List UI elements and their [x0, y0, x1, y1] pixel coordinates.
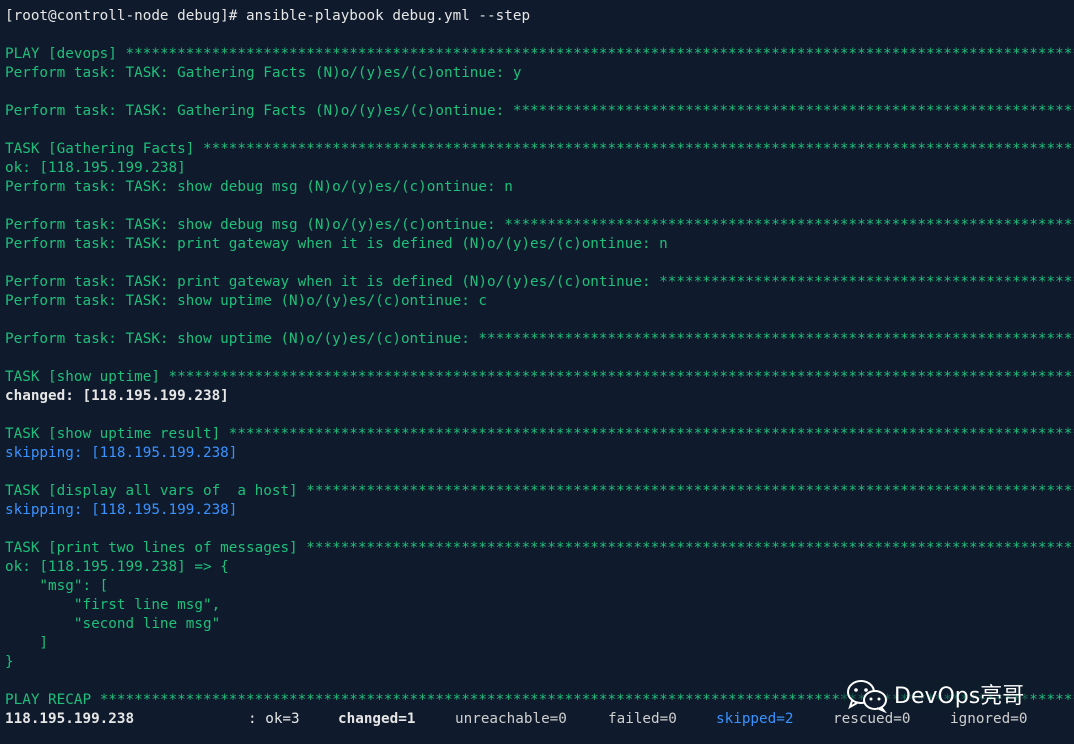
terminal-line: [root@controll-node debug]# ansible-play… [5, 7, 530, 26]
play-recap-row: 118.195.199.238 : ok=3 changed=1 unreach… [0, 710, 1074, 729]
recap-failed: failed=0 [608, 711, 677, 727]
terminal-line: } [5, 653, 14, 672]
terminal-line: Perform task: TASK: Gathering Facts (N)o… [5, 102, 1074, 121]
watermark: DevOps亮哥 [842, 679, 1029, 713]
terminal-line: "first line msg", [5, 596, 220, 615]
recap-changed: changed=1 [338, 711, 416, 727]
line-text: [root@controll-node debug]# ansible-play… [5, 8, 531, 24]
terminal-line: TASK [show uptime result] **************… [5, 425, 1074, 444]
line-text: Perform task: TASK: show uptime (N)o/(y)… [5, 293, 488, 309]
line-text: TASK [show uptime result] [5, 426, 229, 442]
line-text: "msg": [ [5, 578, 109, 594]
recap-skipped: skipped=2 [716, 711, 794, 727]
terminal-line: ] [5, 634, 48, 653]
terminal-line: Perform task: TASK: Gathering Facts (N)o… [5, 64, 521, 83]
terminal-line: Perform task: TASK: show uptime (N)o/(y)… [5, 292, 487, 311]
line-text: Perform task: TASK: Gathering Facts (N)o… [5, 103, 513, 119]
line-text: PLAY [devops] [5, 46, 126, 62]
separator-stars: ****************************************… [202, 141, 1074, 157]
separator-stars: ****************************************… [504, 217, 1074, 233]
separator-stars: ****************************************… [306, 483, 1074, 499]
line-text: skipping: [118.195.199.238] [5, 502, 238, 518]
terminal-line: Perform task: TASK: print gateway when i… [5, 235, 668, 254]
line-text: ] [5, 635, 49, 651]
separator-stars: ****************************************… [659, 274, 1074, 290]
line-text: PLAY RECAP [5, 692, 100, 708]
terminal-line: TASK [show uptime] *********************… [5, 368, 1074, 387]
terminal-line: Perform task: TASK: show debug msg (N)o/… [5, 178, 513, 197]
recap-unreachable: unreachable=0 [455, 711, 567, 727]
terminal-line: PLAY [devops] **************************… [5, 45, 1074, 64]
terminal-line: Perform task: TASK: show uptime (N)o/(y)… [5, 330, 1074, 349]
line-text: changed: [118.195.199.238] [5, 388, 229, 404]
separator-stars: ****************************************… [228, 426, 1074, 442]
recap-ok: : ok=3 [248, 711, 300, 727]
terminal-line: "msg": [ [5, 577, 108, 596]
terminal-line: Perform task: TASK: show debug msg (N)o/… [5, 216, 1074, 235]
terminal-line: Perform task: TASK: print gateway when i… [5, 273, 1074, 292]
line-text: Perform task: TASK: show uptime (N)o/(y)… [5, 331, 479, 347]
terminal-line: TASK [Gathering Facts] *****************… [5, 140, 1074, 159]
line-text: TASK [show uptime] [5, 369, 169, 385]
line-text: Perform task: TASK: Gathering Facts (N)o… [5, 65, 522, 81]
terminal-line: skipping: [118.195.199.238] [5, 501, 237, 520]
line-text: TASK [print two lines of messages] [5, 540, 307, 556]
line-text: ok: [118.195.199.238] => { [5, 559, 229, 575]
line-text: } [5, 654, 14, 670]
separator-stars: ****************************************… [512, 103, 1074, 119]
line-text: skipping: [118.195.199.238] [5, 445, 238, 461]
line-text: Perform task: TASK: print gateway when i… [5, 236, 668, 252]
terminal-line: "second line msg" [5, 615, 220, 634]
terminal-window[interactable]: [root@controll-node debug]# ansible-play… [0, 0, 1074, 744]
terminal-line: TASK [print two lines of messages] *****… [5, 539, 1074, 558]
separator-stars: ****************************************… [478, 331, 1074, 347]
line-text: ok: [118.195.199.238] [5, 160, 186, 176]
separator-stars: ****************************************… [125, 46, 1074, 62]
terminal-line: ok: [118.195.199.238] [5, 159, 186, 178]
line-text: "first line msg", [5, 597, 221, 613]
line-text: TASK [Gathering Facts] [5, 141, 203, 157]
line-text: Perform task: TASK: show debug msg (N)o/… [5, 217, 505, 233]
line-text: "second line msg" [5, 616, 221, 632]
wechat-icon [846, 679, 888, 713]
separator-stars: ****************************************… [168, 369, 1074, 385]
watermark-text: DevOps亮哥 [894, 683, 1025, 709]
recap-host: 118.195.199.238 [5, 711, 135, 727]
line-text: Perform task: TASK: print gateway when i… [5, 274, 660, 290]
line-text: Perform task: TASK: show debug msg (N)o/… [5, 179, 513, 195]
recap-ignored: ignored=0 [950, 711, 1028, 727]
line-text: TASK [display all vars of a host] [5, 483, 307, 499]
terminal-line: ok: [118.195.199.238] => { [5, 558, 229, 577]
separator-stars: ****************************************… [306, 540, 1074, 556]
terminal-line: skipping: [118.195.199.238] [5, 444, 237, 463]
terminal-line: TASK [display all vars of a host] ******… [5, 482, 1074, 501]
terminal-line: changed: [118.195.199.238] [5, 387, 229, 406]
